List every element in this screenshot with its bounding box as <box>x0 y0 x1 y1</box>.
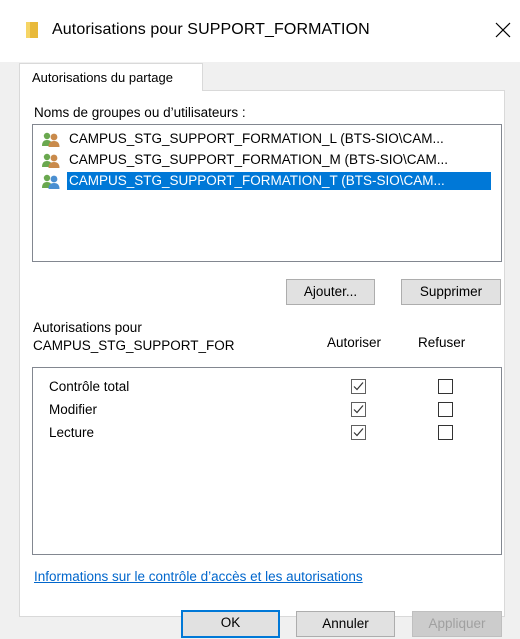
list-item[interactable]: CAMPUS_STG_SUPPORT_FORMATION_M (BTS-SIO\… <box>39 150 499 170</box>
list-item[interactable]: CAMPUS_STG_SUPPORT_FORMATION_L (BTS-SIO\… <box>39 129 499 149</box>
user-group-icon <box>42 153 60 168</box>
permission-row: Modifier <box>49 399 489 421</box>
cancel-button[interactable]: Annuler <box>296 611 395 637</box>
checkmark-icon <box>353 405 364 414</box>
permissions-header-line2: CAMPUS_STG_SUPPORT_FOR <box>33 338 235 353</box>
group-name: CAMPUS_STG_SUPPORT_FORMATION_M (BTS-SIO\… <box>69 152 449 167</box>
deny-column-header: Refuser <box>418 335 466 350</box>
group-name: CAMPUS_STG_SUPPORT_FORMATION_T (BTS-SIO\… <box>67 172 491 190</box>
deny-checkbox[interactable] <box>438 379 453 394</box>
checkmark-icon <box>353 428 364 437</box>
groups-listbox[interactable]: CAMPUS_STG_SUPPORT_FORMATION_L (BTS-SIO\… <box>32 124 502 262</box>
access-control-info-link[interactable]: Informations sur le contrôle d’accès et … <box>34 569 363 584</box>
allow-checkbox[interactable] <box>351 425 366 440</box>
allow-column-header: Autoriser <box>327 335 382 350</box>
permission-row: Contrôle total <box>49 376 489 398</box>
tab-label: Autorisations du partage <box>32 70 173 85</box>
permissions-header-line1: Autorisations pour <box>33 320 142 335</box>
groups-label: Noms de groupes ou d’utilisateurs : <box>34 105 246 120</box>
permission-name: Modifier <box>49 402 98 417</box>
add-button[interactable]: Ajouter... <box>286 279 375 305</box>
user-group-icon <box>42 174 60 189</box>
deny-checkbox[interactable] <box>438 425 453 440</box>
apply-button[interactable]: Appliquer <box>412 611 502 637</box>
user-group-icon <box>42 132 60 147</box>
window-title: Autorisations pour SUPPORT_FORMATION <box>52 21 370 38</box>
remove-button[interactable]: Supprimer <box>401 279 501 305</box>
deny-checkbox[interactable] <box>438 402 453 417</box>
checkmark-icon <box>353 382 364 391</box>
folder-icon <box>26 22 38 38</box>
permission-name: Contrôle total <box>49 379 130 394</box>
close-icon <box>495 22 511 38</box>
allow-checkbox[interactable] <box>351 402 366 417</box>
ok-button[interactable]: OK <box>181 610 280 638</box>
permission-name: Lecture <box>49 425 95 440</box>
allow-checkbox[interactable] <box>351 379 366 394</box>
group-name: CAMPUS_STG_SUPPORT_FORMATION_L (BTS-SIO\… <box>69 131 444 146</box>
list-item-selected[interactable]: CAMPUS_STG_SUPPORT_FORMATION_T (BTS-SIO\… <box>39 171 499 191</box>
permission-row: Lecture <box>49 422 489 444</box>
permissions-list: Contrôle total Modifier Lecture <box>32 367 502 555</box>
tab-share-permissions[interactable]: Autorisations du partage <box>19 63 203 91</box>
title-bar: Autorisations pour SUPPORT_FORMATION <box>0 0 520 62</box>
close-button[interactable] <box>488 15 518 45</box>
